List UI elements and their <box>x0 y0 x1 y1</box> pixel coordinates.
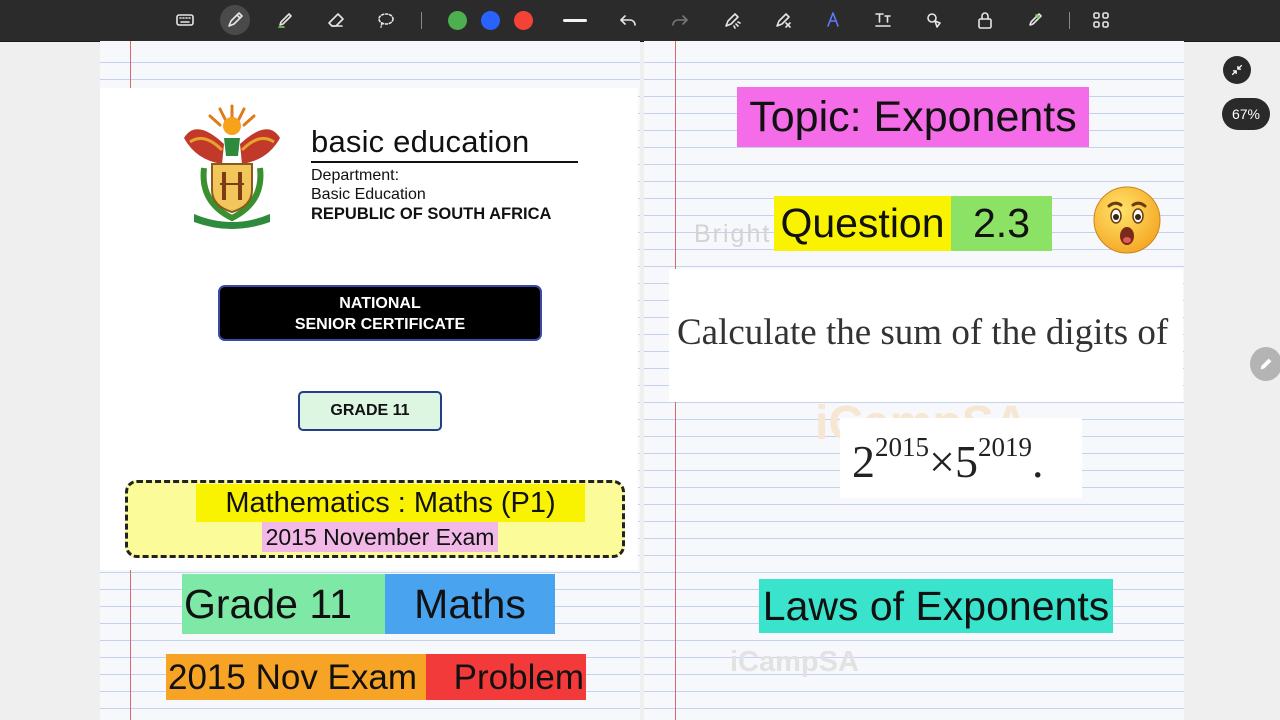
grade-badge: GRADE 11 <box>298 391 442 431</box>
toolbar-divider <box>1069 12 1070 29</box>
laws-heading: Laws of Exponents <box>759 579 1113 633</box>
expression-base-1: 2 <box>852 436 875 487</box>
exam-session: 2015 November Exam <box>262 522 498 552</box>
toolbar-divider <box>421 12 422 29</box>
shape-pen-icon[interactable] <box>772 9 794 31</box>
expression-times: × <box>929 436 955 487</box>
subject-label: Maths <box>385 574 555 634</box>
text-box-icon[interactable] <box>872 9 894 31</box>
edit-fab-button[interactable] <box>1250 347 1280 381</box>
lock-icon[interactable] <box>974 9 996 31</box>
surprised-face-icon <box>1093 186 1161 254</box>
lasso-icon[interactable] <box>375 9 397 31</box>
undo-icon[interactable] <box>617 9 639 31</box>
brand-title: basic education <box>311 124 530 159</box>
apps-grid-icon[interactable] <box>1090 9 1112 31</box>
keyboard-icon[interactable] <box>174 9 196 31</box>
marker-icon[interactable] <box>1024 9 1046 31</box>
subject-title: Mathematics : Maths (P1) <box>196 484 585 522</box>
color-swatch-blue[interactable] <box>481 11 500 30</box>
topic-heading: Topic: Exponents <box>737 87 1089 147</box>
expression-base-2: 5 <box>954 436 978 487</box>
shapes-icon[interactable] <box>923 9 945 31</box>
eraser-icon[interactable] <box>325 9 347 31</box>
collapse-button[interactable] <box>1223 56 1251 84</box>
republic-name: REPUBLIC OF SOUTH AFRICA <box>311 205 552 223</box>
pen-icon[interactable] <box>220 5 250 35</box>
redo-icon[interactable] <box>669 9 691 31</box>
color-swatch-red[interactable] <box>514 11 533 30</box>
problem-label: Problem <box>426 654 586 700</box>
expression-exponent-1: 2015 <box>875 432 929 462</box>
question-number: 2.3 <box>951 196 1052 251</box>
question-label: Question <box>774 196 951 251</box>
handwriting-icon[interactable] <box>822 9 844 31</box>
expression-exponent-2: 2019 <box>977 432 1032 462</box>
department-name: Basic Education <box>311 186 426 203</box>
zoom-level-indicator[interactable]: 67% <box>1222 98 1270 130</box>
watermark-bright: Bright <box>694 220 772 248</box>
question-text: Calculate the sum of the digits of <box>677 312 1169 353</box>
pencil-icon <box>1260 358 1272 370</box>
laser-pointer-icon[interactable] <box>721 9 743 31</box>
top-toolbar <box>0 0 1280 42</box>
expression-period: . <box>1031 436 1044 487</box>
coat-of-arms-icon <box>184 104 280 229</box>
exam-year-label: 2015 Nov Exam <box>166 654 428 700</box>
certificate-line-2: SENIOR CERTIFICATE <box>294 316 466 333</box>
certificate-box: NATIONAL SENIOR CERTIFICATE <box>218 285 542 341</box>
brand-divider <box>311 161 578 163</box>
color-swatch-green[interactable] <box>448 11 467 30</box>
math-expression: 22015×52019. <box>852 432 1043 488</box>
collapse-arrows-icon <box>1231 64 1243 76</box>
watermark-icampsa: iCampSA <box>730 646 859 678</box>
grade-label: Grade 11 <box>182 574 387 634</box>
certificate-line-1: NATIONAL <box>339 295 421 312</box>
highlighter-icon[interactable] <box>274 9 296 31</box>
department-line: Department: <box>311 167 400 184</box>
stroke-width-button[interactable] <box>563 19 587 22</box>
